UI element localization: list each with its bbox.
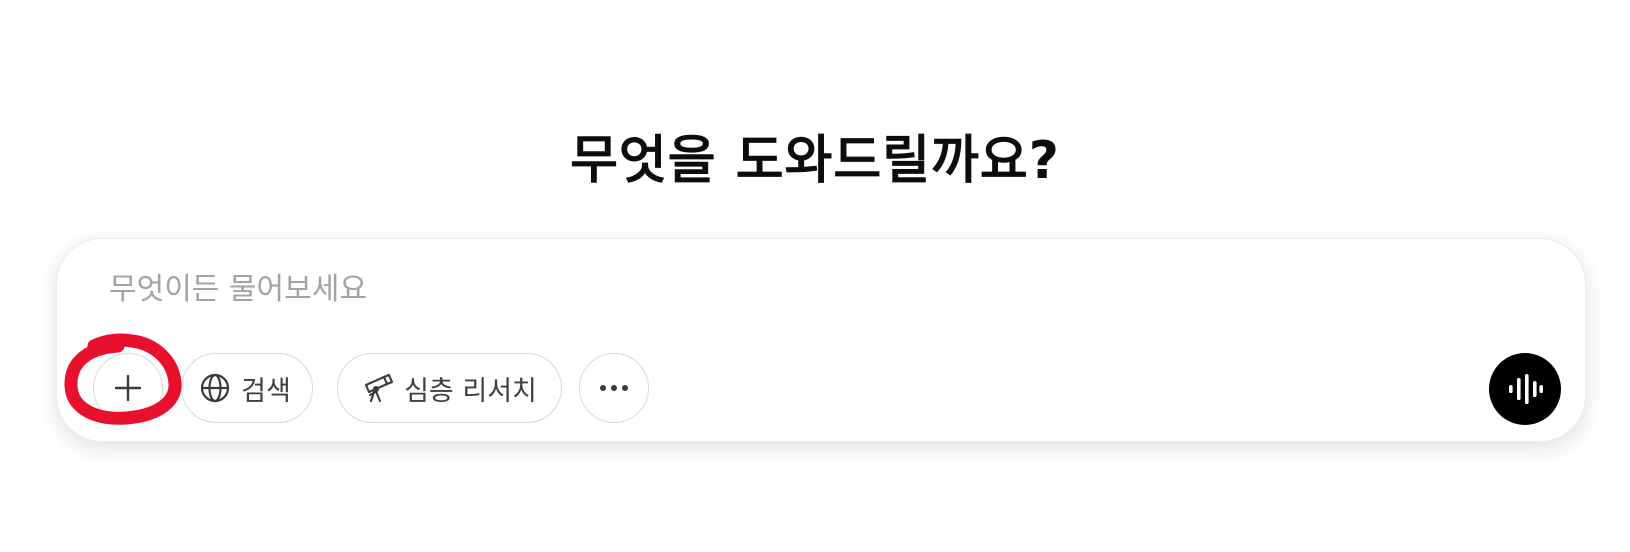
add-attachment-button[interactable] bbox=[93, 353, 163, 423]
ellipsis-icon bbox=[598, 383, 630, 393]
search-button[interactable]: 검색 bbox=[181, 353, 313, 423]
telescope-icon bbox=[362, 372, 394, 404]
chat-start-page: 무엇을 도와드릴까요? 검색 bbox=[0, 0, 1630, 552]
deep-research-label: 심층 리서치 bbox=[404, 375, 537, 407]
prompt-input[interactable] bbox=[109, 267, 1489, 311]
page-heading: 무엇을 도와드릴까요? bbox=[570, 131, 1060, 191]
deep-research-button[interactable]: 심층 리서치 bbox=[337, 353, 562, 423]
voice-mode-button[interactable] bbox=[1489, 353, 1561, 425]
plus-icon bbox=[113, 373, 143, 403]
voice-waveform-icon bbox=[1507, 374, 1543, 404]
more-options-button[interactable] bbox=[579, 353, 649, 423]
chat-composer: 검색 심층 리서치 bbox=[56, 238, 1586, 442]
globe-icon bbox=[199, 372, 231, 404]
search-button-label: 검색 bbox=[241, 375, 291, 407]
